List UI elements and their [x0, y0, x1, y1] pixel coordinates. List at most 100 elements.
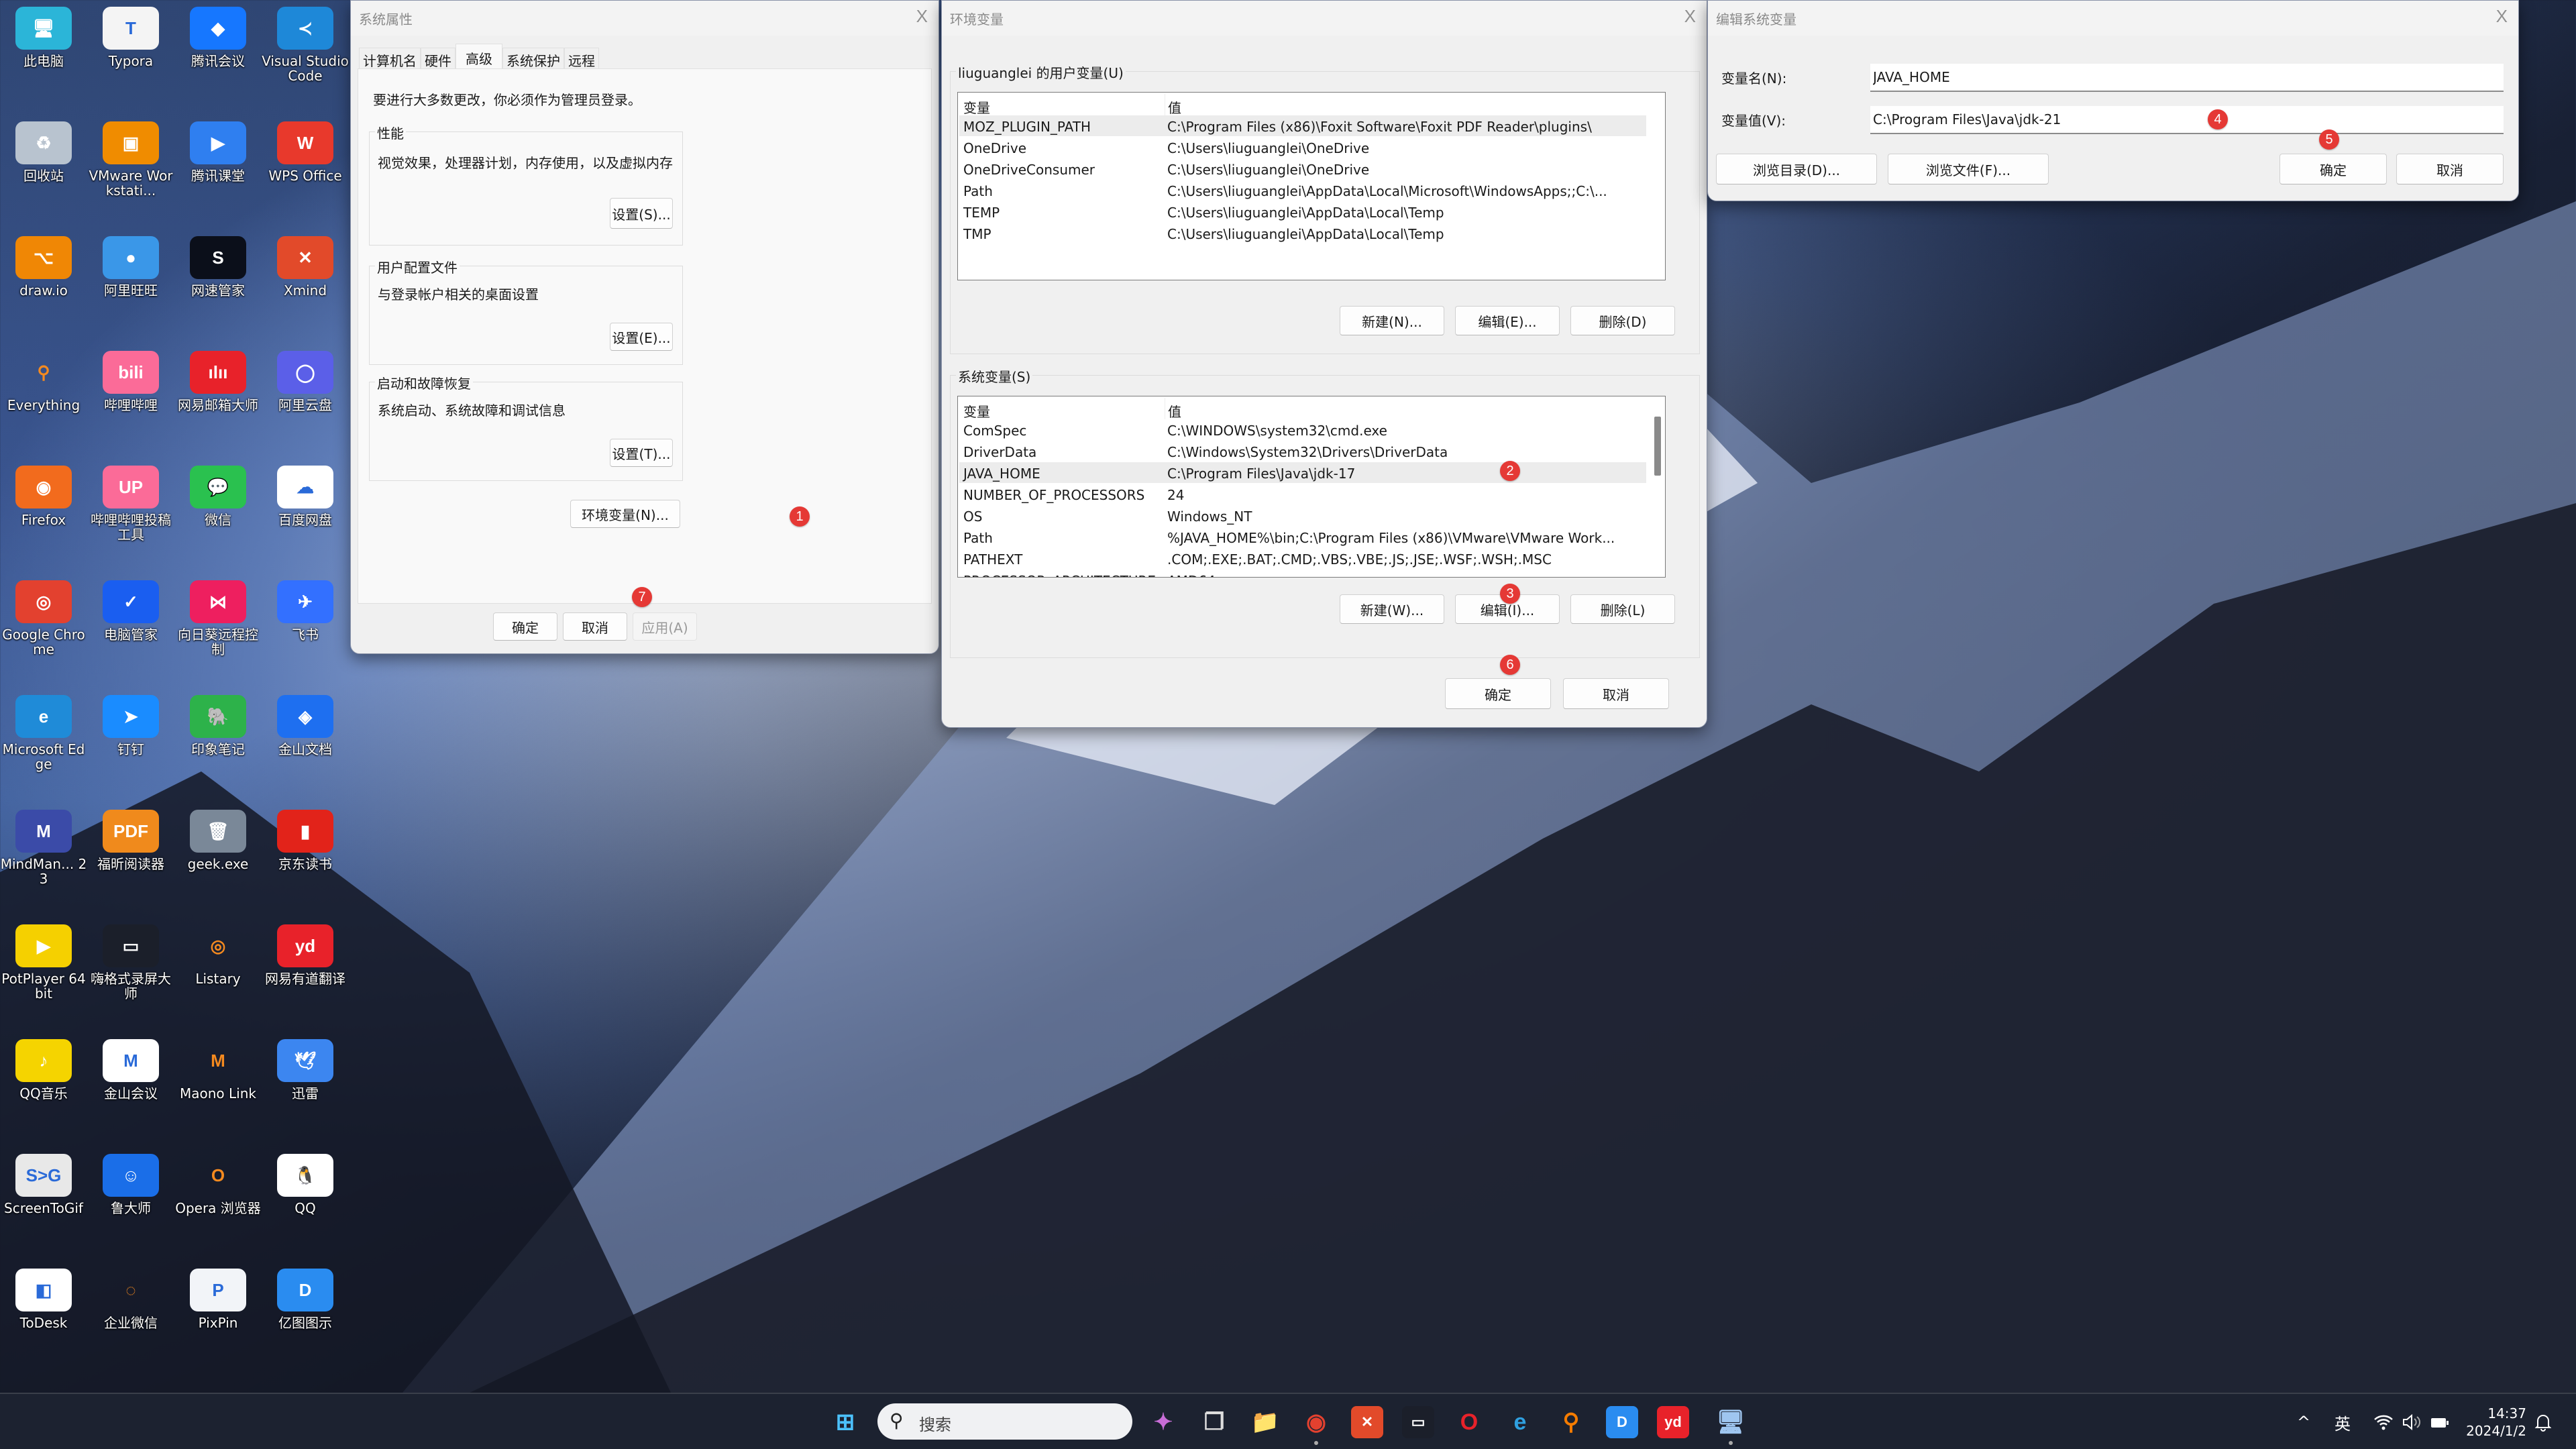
- cancel-button[interactable]: 取消: [563, 612, 627, 641]
- desktop-icon[interactable]: yd 网易有道翻译: [262, 919, 349, 986]
- desktop-icon[interactable]: S 网速管家: [174, 231, 262, 298]
- desktop-icon[interactable]: ➤ 钉钉: [87, 690, 174, 757]
- desktop-icon[interactable]: ♪ QQ音乐: [0, 1034, 87, 1101]
- environment-variables-button[interactable]: 环境变量(N)...: [570, 500, 680, 528]
- desktop-icon[interactable]: 🖥 此电脑: [0, 1, 87, 68]
- desktop-icon[interactable]: ◧ ToDesk: [0, 1263, 87, 1330]
- desktop-icon[interactable]: ◆ 腾讯会议: [174, 1, 262, 68]
- desktop-icon[interactable]: ≺ Visual Studio Code: [262, 1, 349, 83]
- user-edit-button[interactable]: 编辑(E)...: [1455, 306, 1560, 335]
- desktop-icon[interactable]: M Maono Link: [174, 1034, 262, 1102]
- show-hidden-icons-chevron[interactable]: ^: [2297, 1394, 2310, 1449]
- ok-button[interactable]: 确定: [1445, 678, 1551, 709]
- desktop-icon[interactable]: ☁ 百度网盘: [262, 460, 349, 527]
- xmind-icon[interactable]: ✕: [1351, 1406, 1383, 1438]
- windows-start-icon[interactable]: ⊞: [829, 1406, 861, 1438]
- performance-settings-button[interactable]: 设置(S)...: [610, 198, 673, 229]
- search-box[interactable]: ⚲ 搜索: [877, 1403, 1132, 1440]
- desktop-icon[interactable]: ılıı 网易邮箱大师: [174, 345, 262, 413]
- column-variable[interactable]: 变量: [963, 97, 990, 117]
- everything-icon[interactable]: ⚲: [1555, 1406, 1587, 1438]
- desktop-icon[interactable]: ▶ 腾讯课堂: [174, 116, 262, 183]
- user-profiles-settings-button[interactable]: 设置(E)...: [610, 323, 673, 351]
- desktop-icon[interactable]: ☺ 鲁大师: [87, 1148, 174, 1216]
- edraw-icon[interactable]: D: [1606, 1406, 1638, 1438]
- browse-file-button[interactable]: 浏览文件(F)...: [1888, 154, 2049, 184]
- desktop-icon[interactable]: ◉ Firefox: [0, 460, 87, 527]
- table-row[interactable]: MOZ_PLUGIN_PATH C:\Program Files (x86)\Fo…: [959, 115, 1646, 136]
- task-view-icon[interactable]: ❐: [1198, 1406, 1230, 1438]
- desktop-icon[interactable]: M 金山会议: [87, 1034, 174, 1101]
- desktop-icon[interactable]: ◎ Google Chrome: [0, 575, 87, 657]
- table-row[interactable]: DriverData C:\Windows\System32\Drivers\Dr…: [959, 441, 1646, 462]
- desktop-icon[interactable]: ✓ 电脑管家: [87, 575, 174, 642]
- desktop-icon[interactable]: ✕ Xmind: [262, 231, 349, 298]
- table-row[interactable]: OneDrive C:\Users\liuguanglei\OneDrive: [959, 137, 1646, 158]
- desktop-icon[interactable]: ▣ VMware Workstati...: [87, 116, 174, 198]
- table-row[interactable]: Path %JAVA_HOME%\bin;C:\Program Files (x8…: [959, 527, 1646, 547]
- table-row[interactable]: TEMP C:\Users\liuguanglei\AppData\Local\T…: [959, 201, 1646, 222]
- desktop-icon[interactable]: e Microsoft Edge: [0, 690, 87, 771]
- ok-button[interactable]: 确定: [2279, 154, 2387, 184]
- desktop-icon[interactable]: ◈ 金山文档: [262, 690, 349, 757]
- desktop-icon[interactable]: W WPS Office: [262, 116, 349, 183]
- desktop-icon[interactable]: ▶ PotPlayer 64 bit: [0, 919, 87, 1001]
- column-value[interactable]: 值: [1165, 94, 1181, 116]
- table-row[interactable]: PATHEXT .COM;.EXE;.BAT;.CMD;.VBS;.VBE;.JS…: [959, 548, 1646, 569]
- desktop-icon[interactable]: ♻ 回收站: [0, 116, 87, 183]
- desktop-icon[interactable]: P PixPin: [174, 1263, 262, 1330]
- browse-directory-button[interactable]: 浏览目录(D)...: [1716, 154, 1877, 184]
- copilot-icon[interactable]: ✦: [1147, 1406, 1179, 1438]
- desktop-icon[interactable]: ◌ 企业微信: [87, 1263, 174, 1331]
- clock[interactable]: 14:37 2024/1/2: [2466, 1394, 2526, 1449]
- table-row[interactable]: PROCESSOR_ARCHITECTURE AMD64: [959, 570, 1646, 577]
- desktop-icon[interactable]: O Opera 浏览器: [174, 1148, 262, 1216]
- variable-name-input[interactable]: [1870, 64, 2504, 92]
- edge-icon[interactable]: e: [1504, 1406, 1536, 1438]
- desktop-icon[interactable]: UP 哔哩哔哩投稿工具: [87, 460, 174, 542]
- desktop-icon[interactable]: ✈ 飞书: [262, 575, 349, 642]
- apply-button[interactable]: 应用(A): [633, 612, 697, 641]
- desktop-icon[interactable]: S>G ScreenToGif: [0, 1148, 87, 1216]
- tab-advanced[interactable]: 高级: [455, 44, 502, 72]
- desktop-icon[interactable]: 🐘 印象笔记: [174, 690, 262, 757]
- cancel-button[interactable]: 取消: [1563, 678, 1669, 709]
- user-new-button[interactable]: 新建(N)...: [1340, 306, 1444, 335]
- close-icon[interactable]: X: [916, 6, 928, 27]
- cancel-button[interactable]: 取消: [2396, 154, 2504, 184]
- chrome-icon[interactable]: ◉: [1300, 1406, 1332, 1438]
- volume-icon[interactable]: [2402, 1394, 2422, 1449]
- desktop-icon[interactable]: ⋈ 向日葵远程控制: [174, 575, 262, 657]
- desktop-icon[interactable]: ▭ 嗨格式录屏大师: [87, 919, 174, 1001]
- user-delete-button[interactable]: 删除(D): [1570, 306, 1675, 335]
- file-explorer-icon[interactable]: 📁: [1249, 1406, 1281, 1438]
- variable-value-input[interactable]: [1870, 106, 2504, 134]
- column-variable[interactable]: 变量: [963, 401, 990, 421]
- desktop-icon[interactable]: 💬 微信: [174, 460, 262, 527]
- table-row[interactable]: TMP C:\Users\liuguanglei\AppData\Local\Te…: [959, 223, 1646, 244]
- ime-indicator[interactable]: 英: [2334, 1394, 2351, 1449]
- desktop-icon[interactable]: ⚲ Everything: [0, 345, 87, 413]
- user-variables-list[interactable]: 变量 值 MOZ_PLUGIN_PATH C:\Program Files (x8…: [957, 92, 1666, 280]
- startup-recovery-settings-button[interactable]: 设置(T)...: [610, 439, 673, 467]
- table-row[interactable]: OneDriveConsumer C:\Users\liuguanglei\One…: [959, 158, 1646, 179]
- table-row[interactable]: ComSpec C:\WINDOWS\system32\cmd.exe: [959, 419, 1646, 440]
- desktop-icon[interactable]: ◯ 阿里云盘: [262, 345, 349, 413]
- desktop-icon[interactable]: T Typora: [87, 1, 174, 68]
- desktop-icon[interactable]: M MindMan... 23: [0, 804, 87, 886]
- desktop-icon[interactable]: PDF 福昕阅读器: [87, 804, 174, 871]
- table-row[interactable]: Path C:\Users\liuguanglei\AppData\Local\M…: [959, 180, 1646, 201]
- notification-bell-icon[interactable]: [2534, 1394, 2552, 1449]
- column-value[interactable]: 值: [1165, 398, 1181, 420]
- system-delete-button[interactable]: 删除(L): [1570, 594, 1675, 624]
- wifi-icon[interactable]: [2373, 1394, 2394, 1449]
- desktop-icon[interactable]: D 亿图图示: [262, 1263, 349, 1330]
- desktop-icon[interactable]: ▮ 京东读书: [262, 804, 349, 871]
- scrollbar-thumb[interactable]: [1654, 417, 1661, 476]
- screen-recorder-icon[interactable]: ▭: [1402, 1406, 1434, 1438]
- desktop-icon[interactable]: ● 阿里旺旺: [87, 231, 174, 298]
- battery-icon[interactable]: [2430, 1394, 2450, 1449]
- table-row[interactable]: NUMBER_OF_PROCESSORS 24: [959, 484, 1646, 504]
- desktop-icon[interactable]: 🕊 迅雷: [262, 1034, 349, 1101]
- opera-icon[interactable]: O: [1453, 1406, 1485, 1438]
